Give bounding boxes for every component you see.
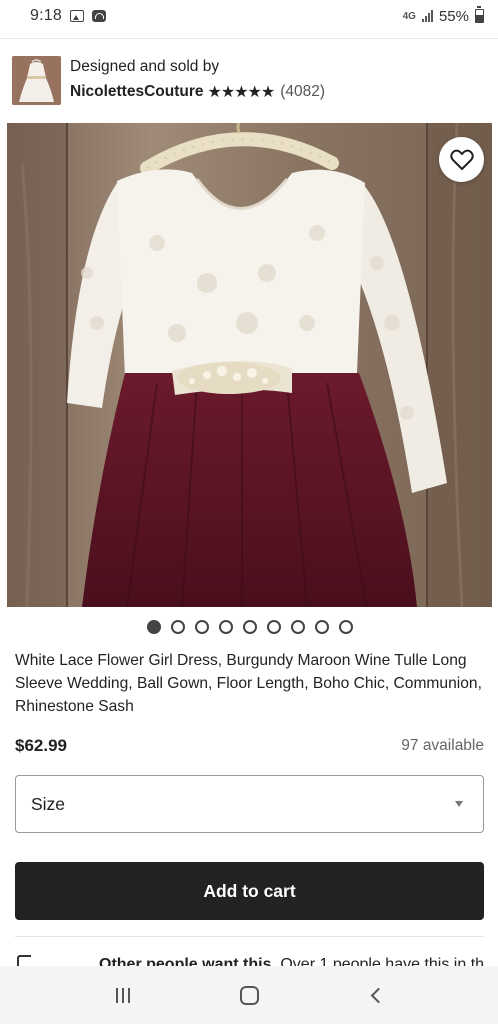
home-button[interactable] (229, 975, 269, 1015)
network-type-label: 4G (402, 10, 416, 22)
shop-row: NicolettesCouture ★★★★★ (4082) (70, 82, 325, 102)
product-image[interactable] (7, 123, 492, 607)
carousel-dot[interactable] (339, 620, 353, 634)
seller-info[interactable]: Designed and sold by NicolettesCouture ★… (12, 50, 486, 110)
availability-label: 97 available (401, 737, 484, 754)
carousel-dot[interactable] (315, 620, 329, 634)
cart-demand-text: Other people want this. Over 1 people ha… (99, 955, 484, 966)
image-icon (69, 10, 84, 22)
carousel-dot[interactable] (171, 620, 185, 634)
section-divider (15, 936, 484, 937)
cart-demand-row: Other people want this. Over 1 people ha… (15, 955, 484, 966)
cart-demand-rest: Over 1 people have this in their carts r… (280, 956, 484, 966)
carousel-dot[interactable] (195, 620, 209, 634)
carousel-dot[interactable] (267, 620, 281, 634)
wifi-calling-icon (91, 10, 106, 22)
dropdown-caret-icon (455, 801, 463, 807)
product-title: White Lace Flower Girl Dress, Burgundy M… (15, 652, 482, 715)
system-nav-bar (0, 966, 498, 1024)
size-select[interactable]: Size (15, 775, 484, 833)
shop-avatar[interactable] (12, 55, 61, 105)
shop-name[interactable]: NicolettesCouture (70, 83, 204, 101)
cart-icon (17, 955, 31, 966)
status-right: 4G 55% (402, 6, 484, 25)
signal-icon (421, 10, 433, 22)
carousel-dot[interactable] (219, 620, 233, 634)
seller-text: Designed and sold by NicolettesCouture ★… (70, 58, 325, 102)
battery-icon (475, 6, 484, 23)
status-bar: 9:18 4G 55% (0, 0, 498, 32)
battery-percentage: 55% (438, 7, 469, 25)
rating-stars: ★★★★★ (207, 84, 276, 101)
back-button[interactable] (355, 975, 395, 1015)
size-select-label: Size (31, 793, 66, 814)
review-count[interactable]: (4082) (280, 83, 325, 101)
cart-demand-bold: Other people want this. (99, 956, 276, 966)
status-left: 9:18 (30, 7, 106, 25)
product-price: $62.99 (15, 736, 67, 755)
recent-apps-button[interactable] (103, 975, 143, 1015)
carousel-dots (0, 620, 498, 634)
favorite-button[interactable] (439, 137, 484, 182)
back-icon (370, 987, 386, 1003)
designed-by-label: Designed and sold by (70, 58, 220, 75)
carousel-dot[interactable] (147, 620, 161, 634)
recent-apps-icon (116, 987, 130, 1003)
home-icon (239, 985, 259, 1005)
carousel-dot[interactable] (291, 620, 305, 634)
status-time: 9:18 (30, 7, 62, 24)
heart-outline-icon (449, 149, 474, 170)
add-to-cart-button[interactable]: Add to cart (15, 862, 484, 920)
header-divider (0, 38, 498, 39)
carousel-dot[interactable] (243, 620, 257, 634)
